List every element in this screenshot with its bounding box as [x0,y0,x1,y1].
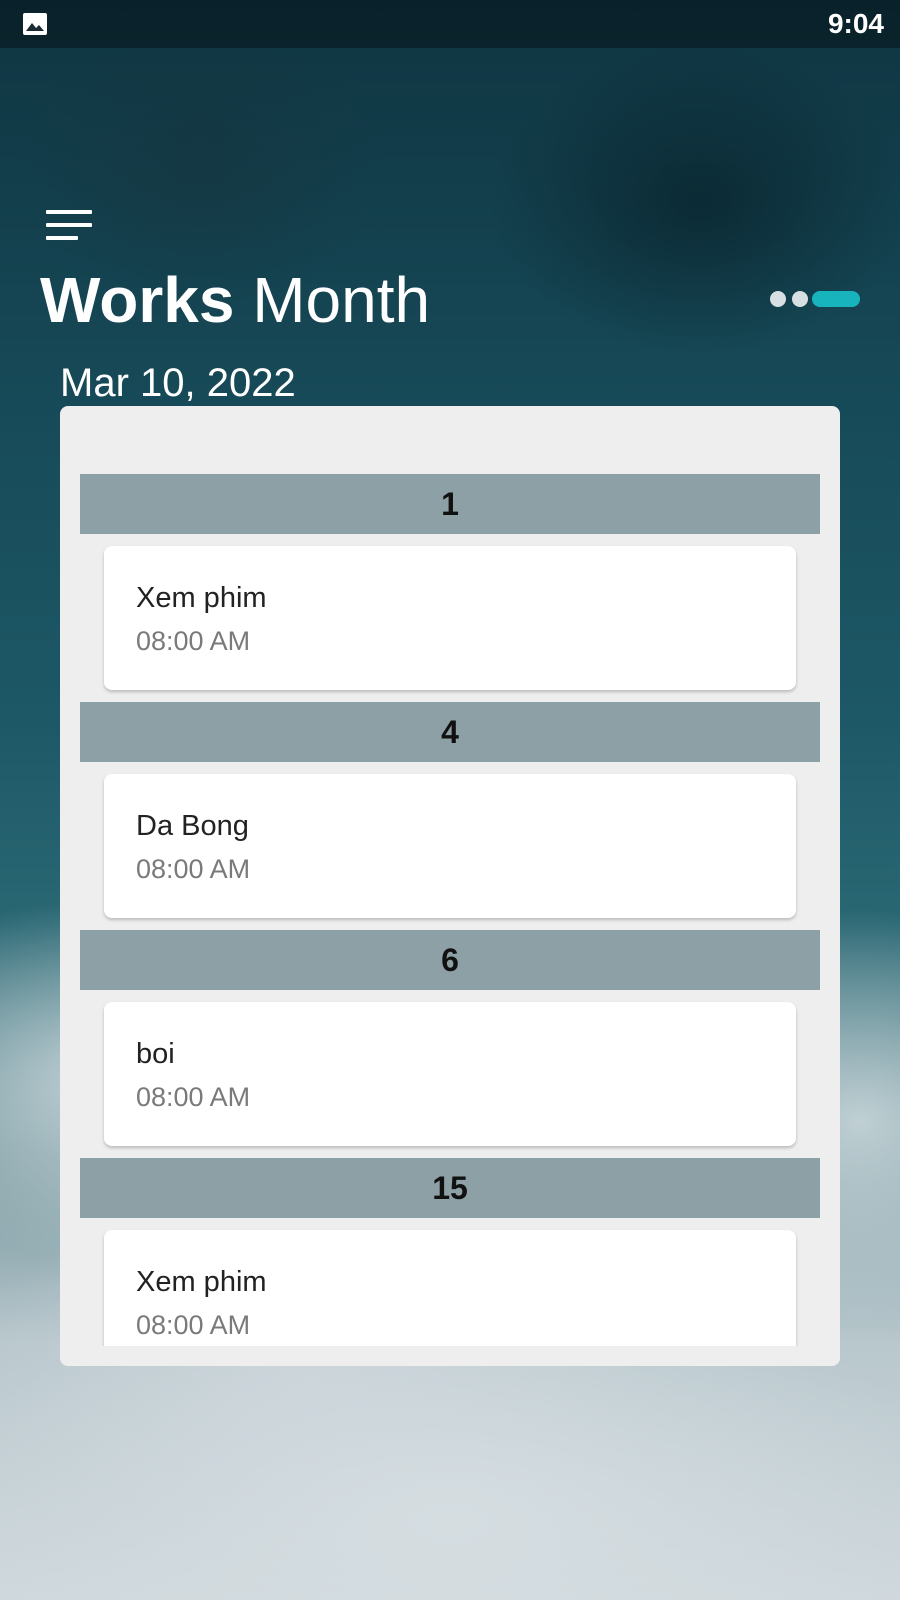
task-time: 08:00 AM [136,626,251,656]
task-title: boi [136,1038,175,1070]
menu-button[interactable] [46,210,94,246]
task-time: 08:00 AM [136,854,251,884]
works-list[interactable]: 1 Xem phim 08:00 AM 4 Da Bong 08:00 AM 6 boi 08:… [60,406,840,1346]
day-header: 6 [80,930,820,990]
task-title: Xem phim [136,1266,267,1298]
date-label: Mar 10, 2022 [60,361,296,405]
day-header: 15 [80,1158,820,1218]
task-card[interactable]: Xem phim 08:00 AM [104,1230,796,1346]
task-time: 08:00 AM [136,1082,251,1112]
task-card[interactable]: Xem phim 08:00 AM [104,546,796,690]
page-title-light: Month [252,264,431,336]
task-time: 08:00 AM [136,1310,251,1340]
page-dot-2[interactable] [792,291,808,307]
page-title-bold: Works [40,264,235,336]
status-bar: 9:04 [0,0,900,48]
status-time: 9:04 [827,8,884,39]
day-header: 1 [80,474,820,534]
works-panel: 1 Xem phim 08:00 AM 4 Da Bong 08:00 AM 6 boi 08:… [60,406,840,1366]
task-title: Da Bong [136,810,249,842]
page-title: Works Month [40,262,430,338]
image-icon [23,13,47,35]
page-dot-1[interactable] [770,291,786,307]
day-header: 4 [80,702,820,762]
works-list-content: 1 Xem phim 08:00 AM 4 Da Bong 08:00 AM 6 boi 08:… [80,474,820,1346]
task-title: Xem phim [136,582,267,614]
task-card[interactable]: Da Bong 08:00 AM [104,774,796,918]
task-card[interactable]: boi 08:00 AM [104,1002,796,1146]
page-dot-active[interactable] [812,291,860,307]
